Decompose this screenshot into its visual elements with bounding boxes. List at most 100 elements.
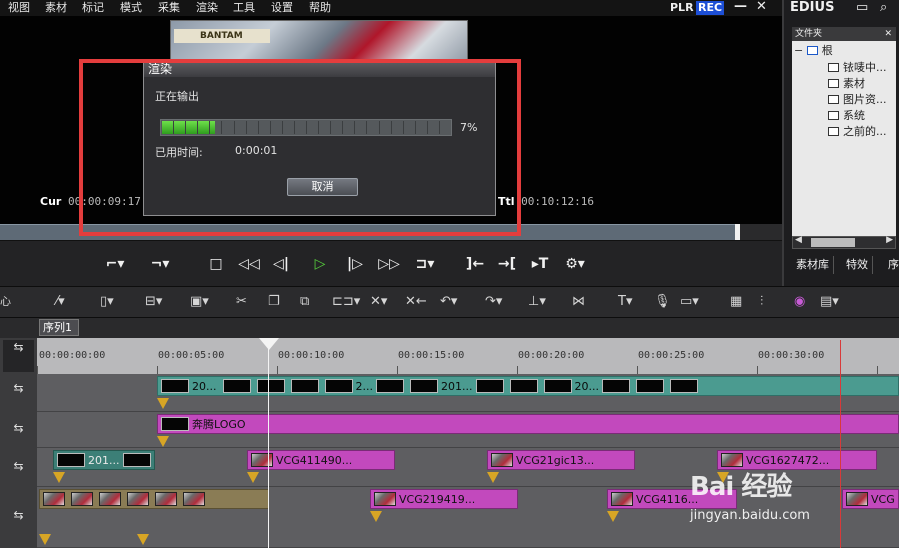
playhead-line[interactable] [268, 340, 269, 548]
scroll-left-icon[interactable]: ◀ [795, 235, 802, 245]
jump-out-icon[interactable]: →[ [494, 254, 520, 274]
new-file-icon[interactable]: ▯▾ [100, 293, 114, 311]
swap-icon[interactable]: ⇆ [3, 508, 34, 522]
mixer-icon[interactable]: ⫶ [760, 293, 763, 311]
transition-marker[interactable] [157, 398, 169, 409]
swap-icon[interactable]: ⇆ [3, 421, 34, 435]
time-ruler[interactable]: 00:00:00:00 00:00:05:00 00:00:10:00 00:0… [37, 338, 899, 374]
tree-folder[interactable]: 素材 [828, 76, 865, 92]
undo-icon[interactable]: ↶▾ [440, 293, 457, 311]
menu-mode[interactable]: 模式 [116, 0, 146, 16]
tree-folder[interactable]: 系统 [828, 108, 865, 124]
microphone-icon[interactable]: 🎙 [654, 293, 671, 311]
tree-folder[interactable]: 之前的... [828, 124, 887, 140]
transition-marker[interactable] [370, 511, 382, 522]
clip-thumbnail [99, 492, 121, 506]
timeline-clip[interactable] [39, 489, 269, 509]
delete-icon[interactable]: ✕▾ [370, 293, 387, 311]
redo-icon[interactable]: ↷▾ [485, 293, 502, 311]
tab-effects[interactable]: 特效 [842, 256, 873, 274]
tree-folder[interactable]: 铱唛中... [828, 60, 887, 76]
timeline-clip[interactable]: VCG [842, 489, 899, 509]
search-icon[interactable]: ⌕ [880, 0, 887, 15]
track-header[interactable]: ⇆ [3, 340, 34, 372]
import-icon[interactable]: ⊟▾ [145, 293, 162, 311]
folder-icon [806, 46, 818, 55]
timeline-clip[interactable]: VCG411490... [247, 450, 395, 470]
paste-icon[interactable]: ⧉ [300, 293, 309, 311]
timeline-clip[interactable]: VCG21gic13... [487, 450, 635, 470]
color-icon[interactable]: ◉ [794, 293, 805, 311]
title-icon[interactable]: T▾ [618, 293, 632, 311]
menu-tools[interactable]: 工具 [229, 0, 259, 16]
clip-label: 奔腾LOGO [192, 418, 246, 431]
transition-marker[interactable] [247, 472, 259, 483]
clip-thumbnail [509, 379, 538, 393]
menu-marker[interactable]: 标记 [78, 0, 108, 16]
clip-thumbnail [155, 492, 177, 506]
folder-icon[interactable]: ▭ [856, 0, 868, 15]
timeline-clip[interactable]: VCG219419... [370, 489, 518, 509]
folder-icon [828, 111, 839, 120]
menu-capture[interactable]: 采集 [154, 0, 184, 16]
tab-bin[interactable]: 素材库 [792, 256, 834, 274]
playhead-handle[interactable] [259, 338, 279, 350]
horizontal-scrollbar[interactable]: ◀ ▶ [792, 235, 896, 249]
step-back-icon[interactable]: ◁| [270, 254, 292, 274]
scroll-right-icon[interactable]: ▶ [886, 235, 893, 245]
transition-marker[interactable] [39, 534, 51, 545]
timeline-clip[interactable]: 201... [53, 450, 155, 470]
ripple-delete-icon[interactable]: ✕← [405, 293, 427, 311]
tab-sequence-1[interactable]: 序列1 [39, 319, 79, 336]
swap-icon[interactable]: ⇆ [3, 381, 34, 395]
menu-settings[interactable]: 设置 [267, 0, 297, 16]
transition-marker[interactable] [157, 436, 169, 447]
transition-marker[interactable] [607, 511, 619, 522]
mark-in-icon[interactable]: ⌐▾ [100, 254, 130, 274]
rec-button[interactable]: REC [696, 1, 725, 15]
step-forward-icon[interactable]: |▷ [344, 254, 366, 274]
replace-icon[interactable]: ⊏⊐▾ [332, 293, 360, 311]
set-in-out-icon[interactable]: ▸T [527, 254, 553, 274]
transition-marker[interactable] [137, 534, 149, 545]
tab-sequence[interactable]: 序 [884, 256, 899, 274]
brand-label: EDIUS [790, 0, 835, 15]
menu-help[interactable]: 帮助 [305, 0, 335, 16]
fast-forward-icon[interactable]: ▷▷ [376, 254, 402, 274]
close-icon[interactable]: ✕ [884, 27, 892, 41]
menu-render[interactable]: 渲染 [192, 0, 222, 16]
folder-icon [828, 79, 839, 88]
transition-icon[interactable]: ⋈ [572, 293, 585, 311]
scroll-thumb[interactable] [811, 238, 855, 247]
layout-icon[interactable]: ▤▾ [820, 293, 839, 311]
tree-root[interactable]: − 根 [794, 43, 833, 59]
loop-icon[interactable]: ⊐▾ [410, 254, 440, 274]
cut-icon[interactable]: ✂ [236, 293, 247, 311]
jump-in-icon[interactable]: ]← [462, 254, 488, 274]
clip-label: VCG219419... [399, 493, 476, 506]
menu-clip[interactable]: 素材 [41, 0, 71, 16]
copy-icon[interactable]: ❐ [268, 293, 280, 311]
rewind-icon[interactable]: ◁◁ [236, 254, 262, 274]
magic-icon[interactable]: ⁄▾ [56, 293, 65, 311]
output-icon[interactable]: ▭▾ [680, 293, 699, 311]
watermark-url: jingyan.baidu.com [690, 508, 810, 523]
tree-folder[interactable]: 图片资... [828, 92, 887, 108]
close-icon[interactable]: ✕ [756, 0, 767, 16]
stop-icon[interactable]: □ [206, 254, 226, 274]
scrub-handle[interactable] [735, 224, 740, 240]
settings-icon[interactable]: ⚙▾ [560, 254, 590, 274]
keyboard-icon[interactable]: ▦ [730, 293, 742, 311]
minimize-icon[interactable]: — [734, 0, 747, 16]
transition-marker[interactable] [53, 472, 65, 483]
clip-thumbnail [122, 453, 151, 467]
plr-button[interactable]: PLR [670, 1, 694, 15]
mark-out-icon[interactable]: ¬▾ [145, 254, 175, 274]
menu-view[interactable]: 视图 [4, 0, 34, 16]
transition-marker[interactable] [487, 472, 499, 483]
collapse-icon[interactable]: − [794, 44, 807, 57]
play-icon[interactable]: ▷ [309, 254, 331, 274]
save-icon[interactable]: ▣▾ [190, 293, 209, 311]
add-cut-icon[interactable]: ⊥▾ [528, 293, 546, 311]
swap-icon[interactable]: ⇆ [3, 459, 34, 473]
